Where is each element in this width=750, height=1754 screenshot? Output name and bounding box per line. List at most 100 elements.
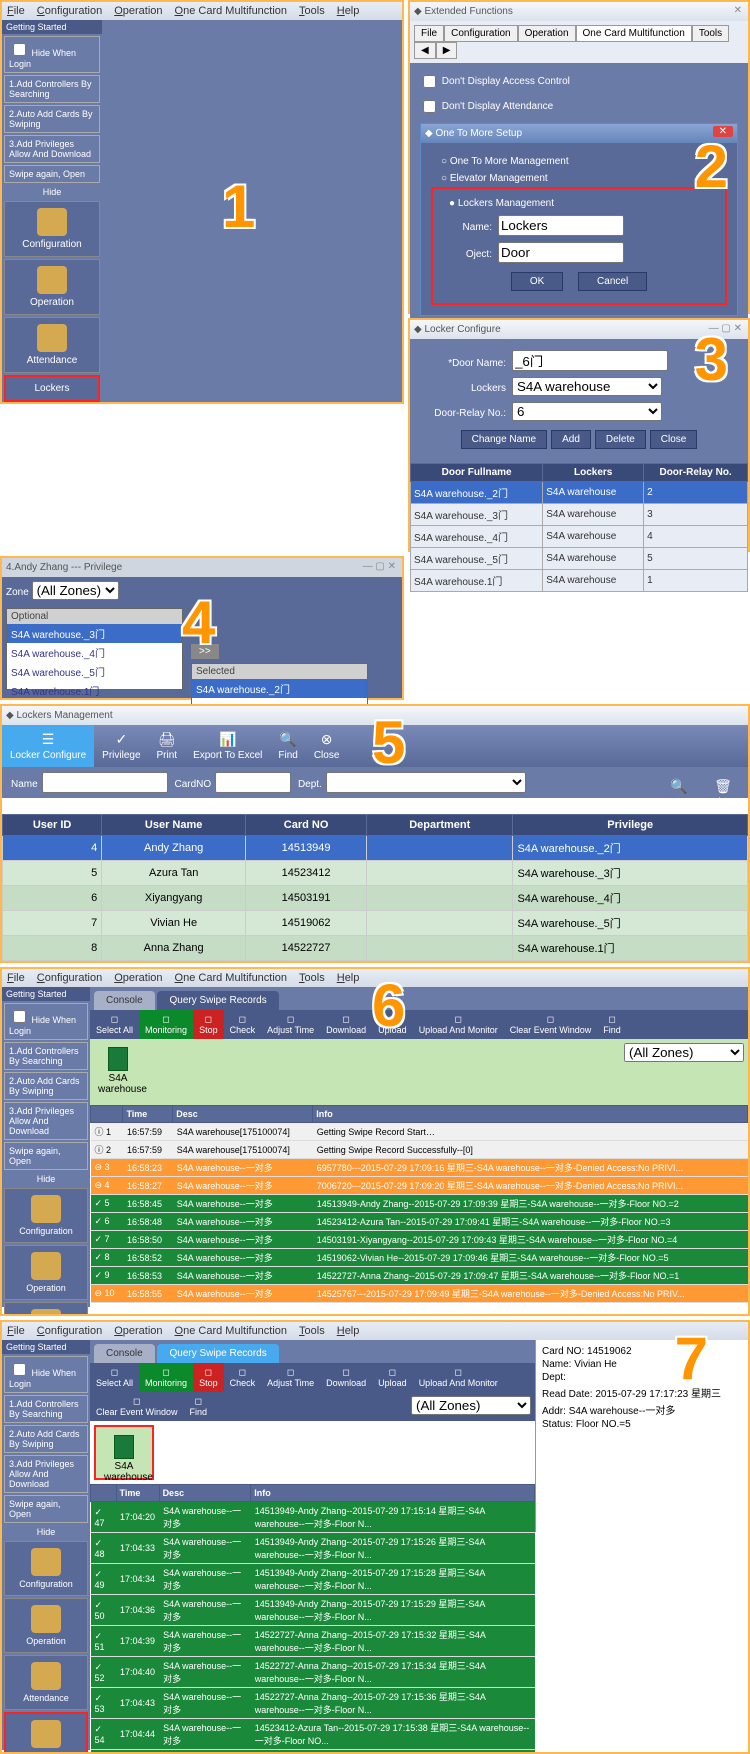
log-row[interactable]: 316:58:23S4A warehouse--一对多6957780---201… bbox=[91, 1159, 748, 1177]
log-row[interactable]: 5117:04:39S4A warehouse--一对多14522727-Ann… bbox=[91, 1626, 535, 1657]
stop-button[interactable]: ◻Stop bbox=[193, 1010, 224, 1039]
tab-query[interactable]: Query Swipe Records bbox=[157, 1344, 278, 1363]
tab-tools[interactable]: Tools bbox=[692, 25, 729, 42]
list-item[interactable]: S4A warehouse.1门 bbox=[7, 681, 182, 700]
hide-btn[interactable]: Hide bbox=[2, 185, 102, 199]
tab-query[interactable]: Query Swipe Records bbox=[157, 991, 278, 1010]
upload-and-monitor-button[interactable]: ◻Upload And Monitor bbox=[413, 1010, 504, 1039]
zone-select[interactable]: (All Zones) bbox=[624, 1043, 744, 1062]
menu-tools[interactable]: Tools bbox=[299, 1325, 325, 1337]
log-row[interactable]: 816:58:52S4A warehouse--一对多14519062-Vivi… bbox=[91, 1249, 748, 1267]
log-row[interactable]: 5417:04:44S4A warehouse--一对多14523412-Azu… bbox=[91, 1719, 535, 1750]
close-button[interactable]: ⊗Close bbox=[306, 725, 348, 767]
table-row[interactable]: S4A warehouse.1门S4A warehouse1 bbox=[411, 570, 748, 592]
query-button[interactable]: 🔍Query bbox=[657, 772, 700, 814]
operation-button[interactable]: Operation bbox=[4, 1245, 88, 1300]
warehouse-icon[interactable]: S4A warehouse bbox=[104, 1435, 144, 1483]
table-row[interactable]: 4Andy Zhang14513949S4A warehouse._2门 bbox=[3, 836, 748, 861]
menu-one-card-multifunction[interactable]: One Card Multifunction bbox=[175, 1325, 288, 1337]
menu-configuration[interactable]: Configuration bbox=[37, 5, 102, 17]
lockers-button[interactable]: Lockers bbox=[4, 1712, 88, 1754]
sidebar-step[interactable]: 3.Add Privileges Allow And Download bbox=[4, 135, 100, 163]
stop-button[interactable]: ◻Stop bbox=[193, 1363, 224, 1392]
log-row[interactable]: 5017:04:36S4A warehouse--一对多14513949-And… bbox=[91, 1595, 535, 1626]
clear-event-window-button[interactable]: ◻Clear Event Window bbox=[504, 1010, 598, 1039]
menu-operation[interactable]: Operation bbox=[114, 972, 162, 984]
log-row[interactable]: 1016:58:55S4A warehouse--一对多14525767---2… bbox=[91, 1285, 748, 1303]
log-row[interactable]: 716:58:50S4A warehouse--一对多14503191-Xiya… bbox=[91, 1231, 748, 1249]
relay-select[interactable]: 6 bbox=[512, 402, 662, 421]
clear-button[interactable]: 🗑Clear bbox=[703, 772, 743, 814]
zone-select[interactable]: (All Zones) bbox=[32, 581, 119, 600]
lockers-select[interactable]: S4A warehouse bbox=[512, 377, 662, 396]
menu-tools[interactable]: Tools bbox=[299, 5, 325, 17]
log-row[interactable]: 4917:04:34S4A warehouse--一对多14513949-And… bbox=[91, 1564, 535, 1595]
zone-select[interactable]: (All Zones) bbox=[411, 1396, 531, 1415]
tab-configuration[interactable]: Configuration bbox=[444, 25, 517, 42]
table-row[interactable]: S4A warehouse._4门S4A warehouse4 bbox=[411, 526, 748, 548]
upload-button[interactable]: ◻Upload bbox=[372, 1363, 413, 1392]
table-row[interactable]: 5Azura Tan14523412S4A warehouse._3门 bbox=[3, 861, 748, 886]
download-button[interactable]: ◻Download bbox=[320, 1010, 372, 1039]
radio-elevator[interactable]: ○ Elevator Management bbox=[431, 170, 727, 187]
event-log[interactable]: TimeDescInfo116:57:59S4A warehouse[17510… bbox=[90, 1105, 748, 1303]
hide-when-login[interactable]: Hide When Login bbox=[4, 36, 100, 73]
log-row[interactable]: 516:58:45S4A warehouse--一对多14513949-Andy… bbox=[91, 1195, 748, 1213]
close-button[interactable]: Close bbox=[650, 430, 698, 449]
configuration-button[interactable]: Configuration bbox=[4, 1541, 88, 1596]
users-table[interactable]: User IDUser NameCard NODepartmentPrivile… bbox=[2, 814, 748, 961]
menu-operation[interactable]: Operation bbox=[114, 5, 162, 17]
find-button[interactable]: ◻Find bbox=[597, 1010, 627, 1039]
list-item[interactable]: S4A warehouse._5门 bbox=[7, 662, 182, 681]
list-item[interactable]: S4A warehouse._3门 bbox=[7, 624, 182, 643]
table-row[interactable]: 6Xiyangyang14503191S4A warehouse._4门 bbox=[3, 886, 748, 911]
attendance-button[interactable]: Attendance bbox=[4, 1302, 88, 1316]
ok-button[interactable]: OK bbox=[511, 272, 563, 291]
log-row[interactable]: 116:57:59S4A warehouse[175100074]Getting… bbox=[91, 1123, 748, 1141]
check-access-control[interactable]: Don't Display Access Control bbox=[416, 69, 742, 94]
operation-button[interactable]: Operation bbox=[4, 1598, 88, 1653]
tab-arrow[interactable]: ◀ bbox=[414, 42, 436, 59]
locker-grid[interactable]: Door FullnameLockersDoor-Relay No.S4A wa… bbox=[410, 463, 748, 592]
tab-one-card-multifunction[interactable]: One Card Multifunction bbox=[576, 25, 692, 42]
configuration-button[interactable]: Configuration bbox=[4, 201, 100, 257]
attendance-button[interactable]: Attendance bbox=[4, 1655, 88, 1710]
menu-configuration[interactable]: Configuration bbox=[37, 972, 102, 984]
name-filter[interactable] bbox=[42, 772, 168, 793]
check-attendance[interactable]: Don't Display Attendance bbox=[416, 94, 742, 119]
card-filter[interactable] bbox=[215, 772, 291, 793]
export-to-excel-button[interactable]: 📊Export To Excel bbox=[185, 725, 270, 767]
log-row[interactable]: 616:58:48S4A warehouse--一对多14523412-Azur… bbox=[91, 1213, 748, 1231]
locker-configure-button[interactable]: ☰Locker Configure bbox=[2, 725, 94, 767]
radio-lockers[interactable]: ● Lockers Management bbox=[439, 195, 719, 212]
menu-file[interactable]: File bbox=[7, 5, 25, 17]
menu-help[interactable]: Help bbox=[337, 5, 360, 17]
list-item[interactable]: S4A warehouse._4门 bbox=[7, 643, 182, 662]
menu-help[interactable]: Help bbox=[337, 1325, 360, 1337]
tab-file[interactable]: File bbox=[414, 25, 444, 42]
warehouse-icon[interactable]: S4A warehouse bbox=[98, 1047, 138, 1095]
log-row[interactable]: 5517:04:46S4A warehouse--一对多14523412-Azu… bbox=[91, 1750, 535, 1754]
log-row[interactable]: 5317:04:43S4A warehouse--一对多14522727-Ann… bbox=[91, 1688, 535, 1719]
dept-filter[interactable] bbox=[326, 772, 526, 793]
menu-tools[interactable]: Tools bbox=[299, 972, 325, 984]
sidebar-step[interactable]: 1.Add Controllers By Searching bbox=[4, 75, 100, 103]
privilege-button[interactable]: ✓Privilege bbox=[94, 725, 148, 767]
add-button[interactable]: Add bbox=[551, 430, 591, 449]
log-row[interactable]: 216:57:59S4A warehouse[175100074]Getting… bbox=[91, 1141, 748, 1159]
monitoring-button[interactable]: ◻Monitoring bbox=[139, 1010, 193, 1039]
hide-login-check[interactable] bbox=[13, 43, 26, 56]
tab-arrow[interactable]: ▶ bbox=[436, 42, 458, 59]
close-icon[interactable]: ✕ bbox=[734, 5, 742, 16]
sidebar-step[interactable]: 2.Auto Add Cards By Swiping bbox=[4, 105, 100, 133]
menu-file[interactable]: File bbox=[7, 972, 25, 984]
menu-file[interactable]: File bbox=[7, 1325, 25, 1337]
event-log[interactable]: TimeDescInfo4717:04:20S4A warehouse--一对多… bbox=[90, 1484, 535, 1754]
select-all-button[interactable]: ◻Select All bbox=[90, 1010, 139, 1039]
adjust-time-button[interactable]: ◻Adjust Time bbox=[261, 1363, 320, 1392]
download-button[interactable]: ◻Download bbox=[320, 1363, 372, 1392]
table-row[interactable]: S4A warehouse._3门S4A warehouse3 bbox=[411, 504, 748, 526]
door-name-input[interactable] bbox=[512, 350, 668, 371]
sidebar-step[interactable]: Swipe again, Open bbox=[4, 165, 100, 183]
tab-operation[interactable]: Operation bbox=[518, 25, 576, 42]
